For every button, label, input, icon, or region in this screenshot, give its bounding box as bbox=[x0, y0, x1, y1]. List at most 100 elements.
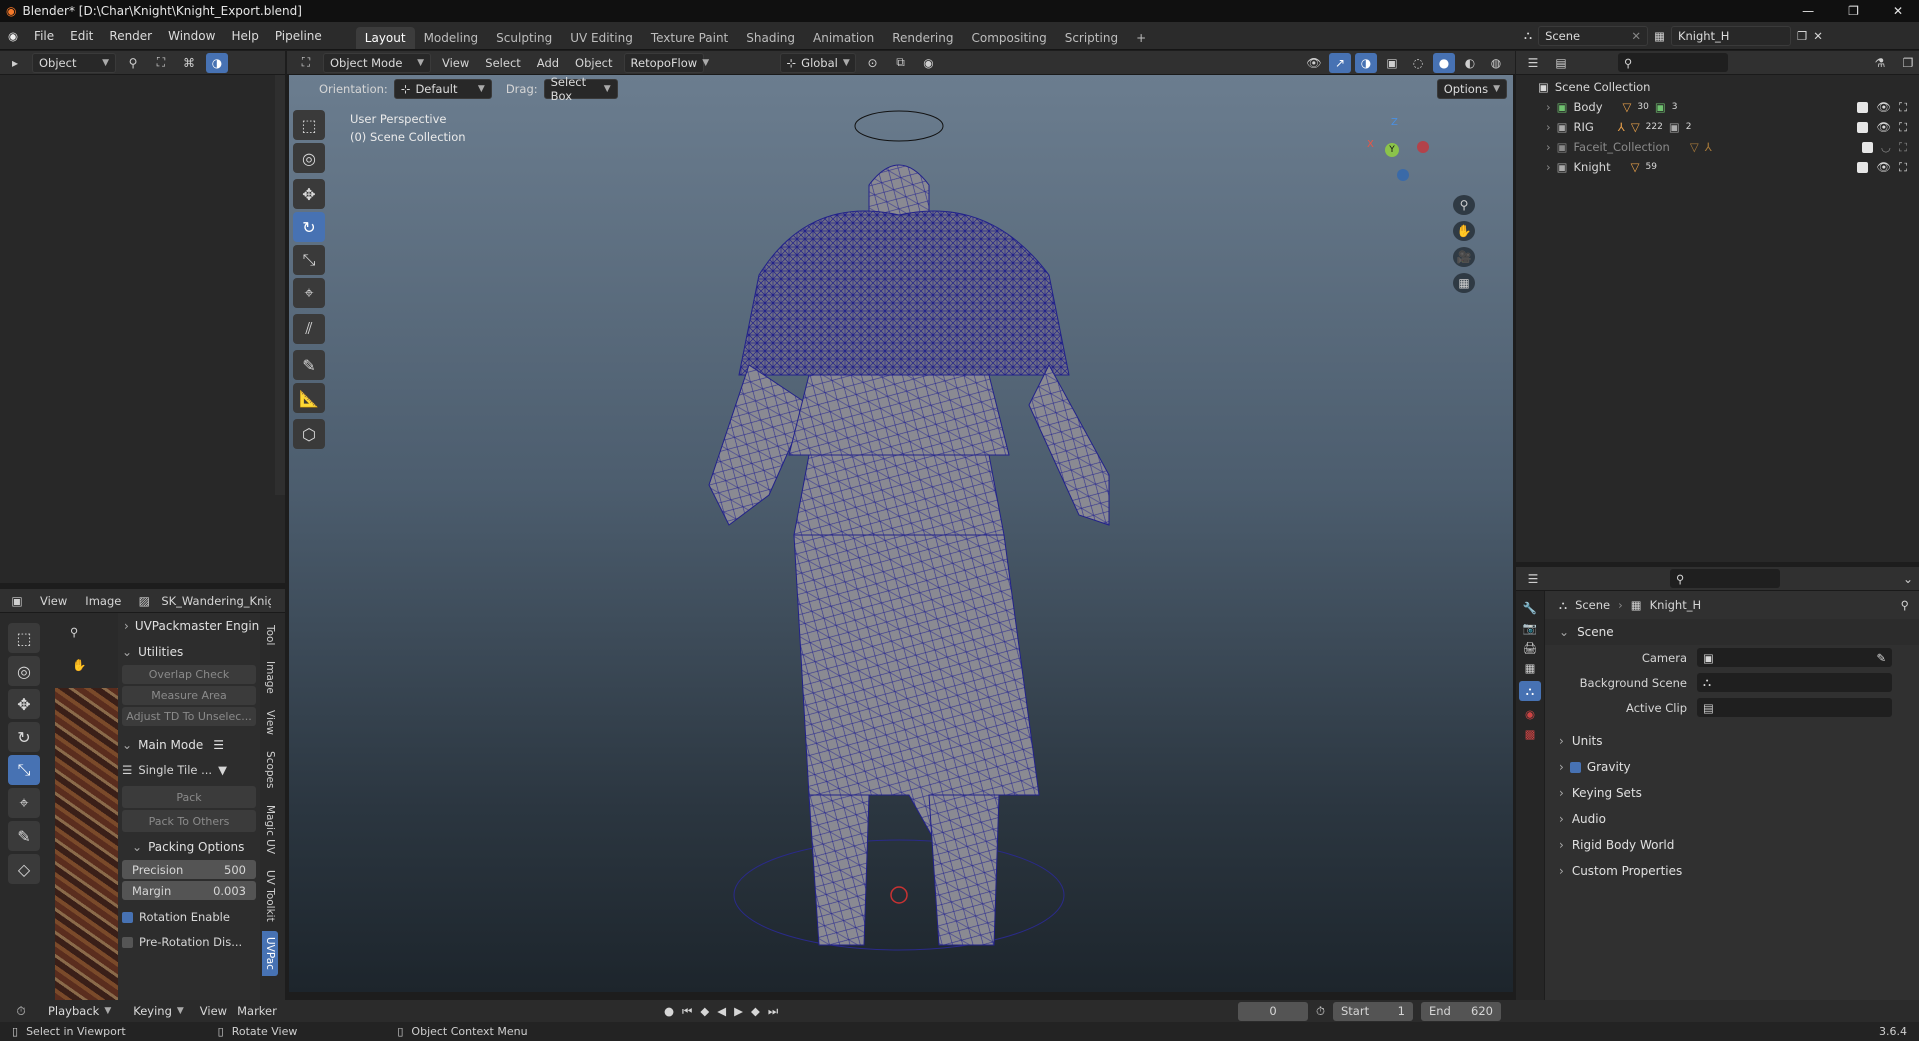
prev-keyframe-icon[interactable]: ◆ bbox=[700, 1004, 709, 1018]
tab-texture-paint[interactable]: Texture Paint bbox=[642, 27, 737, 49]
proportional-edit-icon[interactable]: ◉ bbox=[918, 53, 940, 73]
visibility-icon[interactable]: 👁 bbox=[1303, 53, 1325, 73]
start-frame-field[interactable]: Start 1 bbox=[1332, 1001, 1413, 1021]
wireframe-shading-icon[interactable]: ◌ bbox=[1407, 53, 1429, 73]
menu-render[interactable]: Render bbox=[101, 29, 160, 43]
knight-mesh[interactable] bbox=[289, 75, 1513, 992]
keying-sets-panel-header[interactable]: › Keying Sets bbox=[1545, 780, 1919, 806]
pan-hand-icon[interactable]: ✋ bbox=[72, 658, 86, 672]
adjust-td-button[interactable]: Adjust TD To Unselec... bbox=[122, 707, 256, 726]
camera-icon[interactable]: ⛶ bbox=[1899, 120, 1907, 135]
lock-icon[interactable]: ⛶ bbox=[150, 53, 172, 73]
eye-icon[interactable]: 👁 bbox=[1876, 120, 1891, 134]
rotate-tool-icon[interactable]: ↻ bbox=[8, 722, 40, 752]
viewport-menu-select[interactable]: Select bbox=[480, 56, 525, 70]
scale-tool-icon[interactable]: ⤡ bbox=[8, 755, 40, 785]
gizmo-neg-x[interactable] bbox=[1417, 141, 1429, 153]
tab-magic-uv[interactable]: Magic UV bbox=[262, 798, 278, 860]
gravity-checkbox[interactable] bbox=[1569, 761, 1581, 773]
close-icon[interactable]: ✕ bbox=[1893, 4, 1903, 18]
camera-field[interactable]: ▣ ✎ bbox=[1697, 648, 1892, 667]
new-collection-icon[interactable]: ❐ bbox=[1897, 53, 1919, 73]
precision-field[interactable]: Precision 500 bbox=[122, 860, 256, 879]
tab-sculpting[interactable]: Sculpting bbox=[487, 27, 561, 49]
utilities-header[interactable]: ⌄ Utilities bbox=[118, 639, 260, 665]
rotation-enable-checkbox[interactable]: Rotation Enable bbox=[122, 904, 256, 930]
pin-icon[interactable]: ⚲ bbox=[1901, 598, 1919, 612]
viewport-editor-type-icon[interactable]: ⛶ bbox=[295, 53, 317, 73]
overlay-icon[interactable]: ◑ bbox=[206, 52, 228, 73]
move-tool-icon[interactable]: ✥ bbox=[8, 689, 40, 719]
exclude-checkbox[interactable] bbox=[1857, 121, 1869, 133]
pre-rotation-checkbox[interactable]: Pre-Rotation Dis... bbox=[122, 930, 256, 954]
margin-field[interactable]: Margin 0.003 bbox=[122, 881, 256, 900]
snapping-icon[interactable]: ⧉ bbox=[890, 53, 912, 73]
gizmo-x-axis[interactable]: X bbox=[1367, 139, 1374, 150]
scene-properties-icon[interactable]: ⛬ bbox=[1519, 681, 1541, 701]
zoom-view-icon[interactable]: ⚲ bbox=[1453, 195, 1475, 215]
menu-pipeline[interactable]: Pipeline bbox=[267, 29, 330, 43]
image-browse-icon[interactable]: ▨ bbox=[133, 591, 155, 611]
tab-rendering[interactable]: Rendering bbox=[883, 27, 962, 49]
record-icon[interactable]: ● bbox=[664, 1004, 674, 1018]
tab-uv-toolkit[interactable]: UV Toolkit bbox=[262, 863, 278, 928]
outliner-row-body[interactable]: › ▣ Body ▽ 30 ▣ 3 👁 ⛶ bbox=[1516, 97, 1919, 117]
preview-range-icon[interactable]: ⏱ bbox=[1316, 1004, 1325, 1019]
transform-orientation-dropdown[interactable]: ⊹ Global ▼ bbox=[779, 52, 856, 73]
tab-shading[interactable]: Shading bbox=[737, 27, 804, 49]
snap-icon[interactable]: ⌘ bbox=[178, 53, 200, 73]
pan-view-icon[interactable]: ✋ bbox=[1453, 221, 1475, 241]
blender-menu-icon[interactable]: ◉ bbox=[0, 29, 26, 43]
display-mode-icon[interactable]: ▤ bbox=[1550, 53, 1572, 73]
rip-tool-icon[interactable]: ◇ bbox=[8, 854, 40, 884]
eye-icon[interactable]: 👁 bbox=[1876, 100, 1891, 114]
add-workspace-icon[interactable]: + bbox=[1127, 27, 1155, 49]
end-frame-field[interactable]: End 620 bbox=[1420, 1001, 1501, 1021]
image-menu-view[interactable]: View bbox=[34, 594, 73, 608]
camera-icon[interactable]: ⛶ bbox=[1899, 100, 1907, 115]
camera-view-icon[interactable]: 🎥 bbox=[1453, 247, 1475, 267]
exclude-checkbox[interactable] bbox=[1857, 101, 1869, 113]
select-box-tool-icon[interactable]: ⬚ bbox=[8, 623, 40, 653]
outliner-row-knight[interactable]: › ▣ Knight ▽ 59 👁 ⛶ bbox=[1516, 157, 1919, 177]
jump-start-icon[interactable]: ⏮ bbox=[682, 1004, 692, 1019]
rendered-shading-icon[interactable]: ◍ bbox=[1485, 53, 1507, 73]
gizmo-toggle-icon[interactable]: ↗ bbox=[1329, 52, 1351, 73]
camera-icon[interactable]: ⛶ bbox=[1899, 140, 1907, 155]
xray-icon[interactable]: ▣ bbox=[1381, 53, 1403, 73]
solid-shading-icon[interactable]: ● bbox=[1433, 52, 1455, 73]
tab-uvpackmaster[interactable]: UVPac bbox=[262, 931, 278, 977]
image-editor-type-icon[interactable]: ▣ bbox=[6, 591, 28, 611]
filter-icon[interactable]: ⚗ bbox=[1869, 53, 1891, 73]
exclude-checkbox[interactable] bbox=[1857, 161, 1869, 173]
annotate-tool-icon[interactable]: ✎ bbox=[8, 821, 40, 851]
gravity-panel-header[interactable]: › Gravity bbox=[1545, 754, 1919, 780]
scene-collection-row[interactable]: ▣ Scene Collection bbox=[1516, 77, 1919, 97]
left-scrollbar[interactable] bbox=[275, 75, 285, 495]
outliner-row-rig[interactable]: › ▣ RIG ⅄ ▽ 222 ▣ 2 👁 ⛶ bbox=[1516, 117, 1919, 137]
properties-options-icon[interactable]: ⌄ bbox=[1897, 569, 1919, 589]
current-frame-field[interactable]: 0 bbox=[1238, 1001, 1308, 1021]
gizmo-neg-z[interactable] bbox=[1397, 169, 1409, 181]
minimize-icon[interactable]: — bbox=[1802, 4, 1814, 18]
timeline-menu-marker[interactable]: Marker bbox=[237, 1004, 277, 1018]
pack-to-others-button[interactable]: Pack To Others bbox=[122, 810, 256, 832]
tool-properties-icon[interactable]: 🔧 bbox=[1523, 601, 1537, 615]
image-menu-image[interactable]: Image bbox=[79, 594, 127, 608]
pack-button[interactable]: Pack bbox=[122, 786, 256, 808]
cursor-tool-icon[interactable]: ◎ bbox=[8, 656, 40, 686]
viewport-menu-object[interactable]: Object bbox=[570, 56, 617, 70]
render-properties-icon[interactable]: 📷 bbox=[1523, 621, 1537, 635]
single-tile-dropdown[interactable]: ☰ Single Tile ... ▼ bbox=[118, 758, 260, 782]
jump-end-icon[interactable]: ⏭ bbox=[768, 1004, 778, 1019]
active-clip-field[interactable]: ▤ bbox=[1697, 698, 1892, 717]
restore-icon[interactable]: ❐ bbox=[1848, 4, 1859, 18]
texture-properties-icon[interactable]: ▩ bbox=[1525, 727, 1536, 741]
menu-file[interactable]: File bbox=[26, 29, 62, 43]
zoom-icon[interactable]: ⚲ bbox=[70, 625, 78, 639]
overlap-check-button[interactable]: Overlap Check bbox=[122, 665, 256, 684]
view-layer-dropdown[interactable]: Knight_H bbox=[1670, 25, 1791, 46]
outliner-row-faceit[interactable]: › ▣ Faceit_Collection ▽ ⅄ ◡ ⛶ bbox=[1516, 137, 1919, 157]
material-shading-icon[interactable]: ◐ bbox=[1459, 53, 1481, 73]
tab-modeling[interactable]: Modeling bbox=[415, 27, 488, 49]
